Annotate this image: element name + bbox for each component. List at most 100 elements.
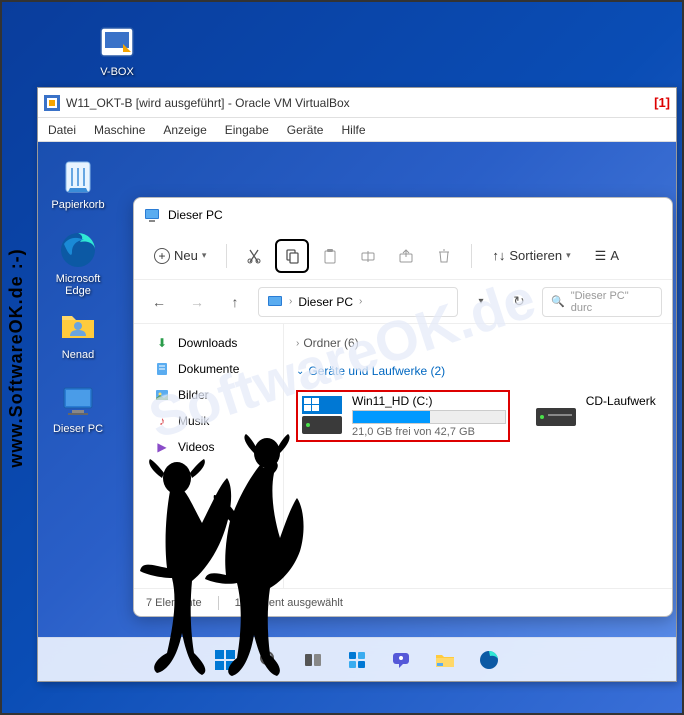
vbox-titlebar[interactable]: W11_OKT-B [wird ausgeführt] - Oracle VM … [38, 88, 676, 118]
toolbar-sort-button[interactable]: ↑↓ Sortieren ▾ [482, 242, 580, 269]
menu-machine[interactable]: Maschine [94, 123, 145, 137]
file-explorer-window: Dieser PC + Neu ▾ [133, 197, 673, 617]
taskbar-search-button[interactable] [250, 641, 288, 679]
view-icon: ☰ [595, 248, 607, 264]
host-desktop: V-BOX W11_OKT-B [wird ausgeführt] - Orac… [2, 2, 682, 713]
statusbar-separator [218, 596, 219, 610]
copy-button[interactable] [275, 239, 309, 273]
sidebar-item-label: Musik [178, 414, 209, 428]
vm-icon-label: Microsoft Edge [44, 273, 112, 297]
group-label: Geräte und Laufwerke (2) [308, 364, 445, 378]
chevron-right-icon: › [296, 338, 299, 349]
group-folders[interactable]: › Ordner (6) [296, 332, 660, 354]
vm-icon-label: Nenad [44, 349, 112, 361]
sidebar-item-downloads[interactable]: ⬇ Downloads [134, 330, 283, 356]
taskbar-chat-button[interactable] [382, 641, 420, 679]
explorer-toolbar: + Neu ▾ ↑↓ Sortieren ▾ [134, 232, 672, 280]
drive-windows-icon [300, 394, 344, 438]
toolbar-new-label: Neu [174, 248, 198, 263]
address-bar[interactable]: › Dieser PC › [258, 287, 458, 317]
explorer-title-text: Dieser PC [168, 208, 223, 222]
drive-info: CD-Laufwerk [586, 394, 656, 438]
vm-icon-label: Dieser PC [44, 423, 112, 435]
sidebar-item-videos[interactable]: ▶ Videos [134, 434, 283, 460]
nav-back-button[interactable]: ← [144, 287, 174, 317]
vm-icon-edge[interactable]: Microsoft Edge [44, 230, 112, 297]
taskbar-widgets-button[interactable] [338, 641, 376, 679]
status-item-count: 7 Elemente [146, 597, 202, 609]
group-devices[interactable]: ⌄ Geräte und Laufwerke (2) [296, 360, 660, 382]
explorer-navbar: ← → ↑ › Dieser PC › ▾ ↻ 🔍 "Dieser PC" du… [134, 280, 672, 324]
sidebar-item-label: Dokumente [178, 362, 239, 376]
menu-devices[interactable]: Geräte [287, 123, 324, 137]
drive-name: Win11_HD (C:) [352, 394, 506, 408]
share-button[interactable] [389, 239, 423, 273]
chevron-right-icon: › [289, 296, 292, 307]
toolbar-view-label: A [610, 248, 619, 263]
nav-up-button[interactable]: ↑ [220, 287, 250, 317]
sidebar-item-documents[interactable]: Dokumente [134, 356, 283, 382]
vbox-logo-icon [44, 95, 60, 111]
cut-button[interactable] [237, 239, 271, 273]
explorer-body: ⬇ Downloads Dokumente Bilder ♪ [134, 324, 672, 588]
taskbar-explorer-button[interactable] [426, 641, 464, 679]
search-input[interactable]: 🔍 "Dieser PC" durc [542, 287, 662, 317]
group-label: Ordner (6) [303, 336, 358, 350]
watermark-side-text: www.SoftwareOK.de :-) [6, 248, 27, 467]
drive-cd[interactable]: CD-Laufwerk [530, 390, 660, 442]
breadcrumb-item[interactable]: Dieser PC [298, 295, 353, 309]
drive-info: Win11_HD (C:) 21,0 GB frei von 42,7 GB [352, 394, 506, 438]
drive-c[interactable]: Win11_HD (C:) 21,0 GB frei von 42,7 GB [296, 390, 510, 442]
sidebar-item-label: Videos [178, 440, 214, 454]
vm-icon-user-folder[interactable]: Nenad [44, 306, 112, 361]
virtualbox-window: W11_OKT-B [wird ausgeführt] - Oracle VM … [37, 87, 677, 682]
menu-help[interactable]: Hilfe [341, 123, 365, 137]
videos-icon: ▶ [154, 439, 170, 455]
taskbar-taskview-button[interactable] [294, 641, 332, 679]
pictures-icon [154, 387, 170, 403]
search-icon: 🔍 [551, 295, 565, 308]
taskbar-edge-button[interactable] [470, 641, 508, 679]
virtualbox-icon [97, 22, 137, 62]
menu-file[interactable]: Datei [48, 123, 76, 137]
recycle-bin-icon [58, 156, 98, 196]
toolbar-view-button[interactable]: ☰ A [585, 242, 629, 270]
downloads-icon: ⬇ [154, 335, 170, 351]
vm-icon-recycle-bin[interactable]: Papierkorb [44, 156, 112, 211]
nav-refresh-button[interactable]: ↻ [504, 287, 534, 317]
chevron-down-icon: ▾ [566, 250, 571, 261]
sidebar-item-music[interactable]: ♪ Musik [134, 408, 283, 434]
nav-forward-button[interactable]: → [182, 287, 212, 317]
search-placeholder: "Dieser PC" durc [571, 290, 653, 314]
rename-button[interactable] [351, 239, 385, 273]
sort-icon: ↑↓ [492, 248, 505, 263]
menu-view[interactable]: Anzeige [163, 123, 206, 137]
toolbar-separator [471, 244, 472, 268]
this-pc-icon [144, 207, 160, 223]
drive-usage-fill [353, 411, 430, 423]
toolbar-new-button[interactable]: + Neu ▾ [144, 242, 216, 270]
paste-button[interactable] [313, 239, 347, 273]
edge-icon [58, 230, 98, 270]
menu-input[interactable]: Eingabe [225, 123, 269, 137]
desktop-icon-vbox[interactable]: V-BOX [82, 22, 152, 78]
delete-button[interactable] [427, 239, 461, 273]
vm-icon-this-pc[interactable]: Dieser PC [44, 380, 112, 435]
vbox-window-title: W11_OKT-B [wird ausgeführt] - Oracle VM … [66, 96, 634, 110]
explorer-titlebar[interactable]: Dieser PC [134, 198, 672, 232]
drive-status: 21,0 GB frei von 42,7 GB [352, 426, 506, 438]
drive-list: Win11_HD (C:) 21,0 GB frei von 42,7 GB [296, 390, 660, 442]
taskbar-start-button[interactable] [206, 641, 244, 679]
desktop-icon-label: V-BOX [82, 66, 152, 78]
explorer-statusbar: 7 Elemente 1 Element ausgewählt [134, 588, 672, 616]
chevron-right-icon: › [359, 296, 362, 307]
sidebar-item-pictures[interactable]: Bilder [134, 382, 283, 408]
chevron-down-icon: ▾ [202, 250, 207, 261]
nav-dropdown-button[interactable]: ▾ [466, 287, 496, 317]
status-selected-count: 1 Element ausgewählt [235, 597, 343, 609]
vm-icon-label: Papierkorb [44, 199, 112, 211]
vbox-menubar: Datei Maschine Anzeige Eingabe Geräte Hi… [38, 118, 676, 142]
explorer-sidebar: ⬇ Downloads Dokumente Bilder ♪ [134, 324, 284, 588]
sidebar-item-label: Downloads [178, 336, 237, 350]
toolbar-separator [226, 244, 227, 268]
